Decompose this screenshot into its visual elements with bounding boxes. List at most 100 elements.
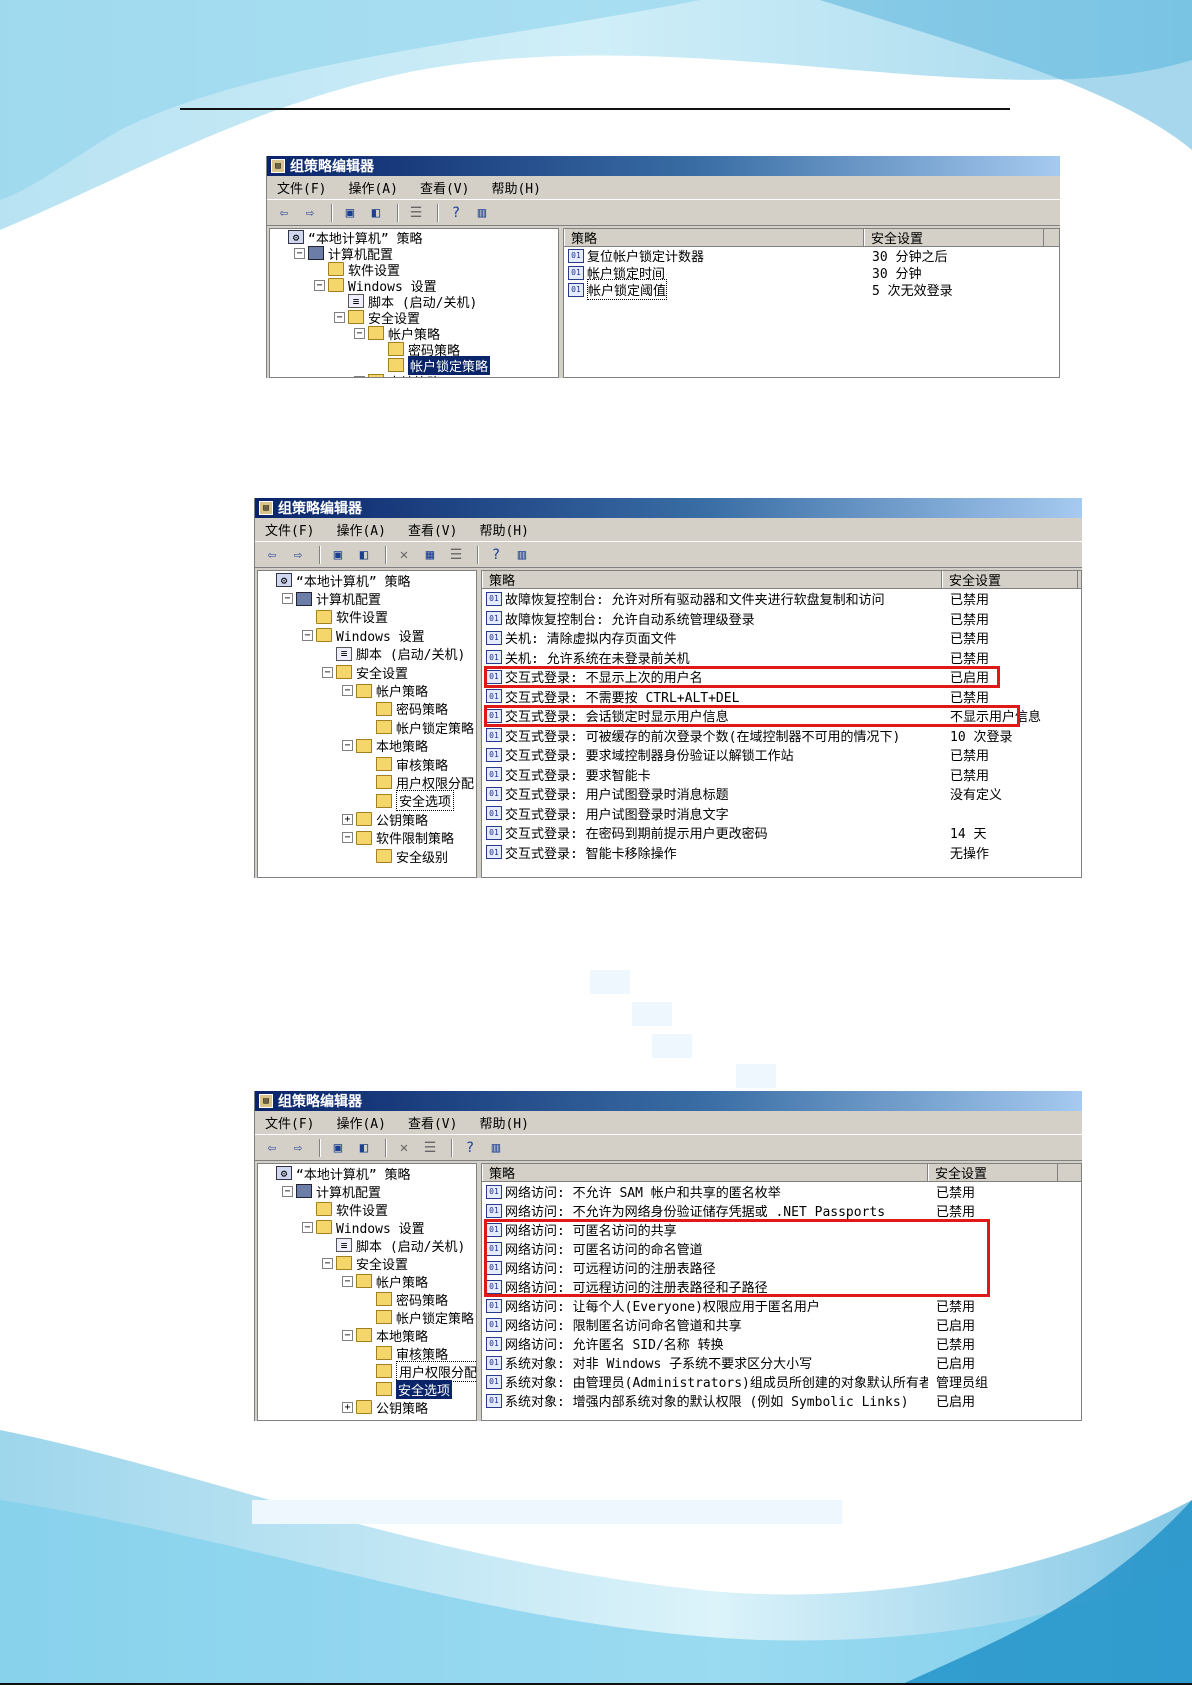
menu-view[interactable]: 查看(V) — [408, 520, 457, 539]
policy-row[interactable]: 01 系统对象: 增强内部系统对象的默认权限 (例如 Symbolic Links… — [482, 1391, 1081, 1410]
collapse-icon[interactable]: − — [314, 279, 325, 291]
policy-row[interactable]: 01 网络访问: 可匿名访问的共享 — [482, 1220, 1081, 1239]
tree-node[interactable]: 审核策略 — [258, 755, 476, 774]
up-folder-icon[interactable]: ▣ — [339, 203, 361, 223]
policy-row[interactable]: 01 交互式登录: 要求智能卡 已禁用 — [482, 765, 1081, 785]
show-hide-tree-icon[interactable]: ◧ — [353, 1138, 375, 1158]
forward-icon[interactable]: ⇨ — [287, 545, 309, 565]
back-icon[interactable]: ⇦ — [273, 203, 295, 223]
collapse-icon[interactable]: − — [282, 1185, 293, 1197]
collapse-icon[interactable]: − — [342, 1275, 353, 1287]
policy-row[interactable]: 01 网络访问: 让每个人(Everyone)权限应用于匿名用户 已禁用 — [482, 1296, 1081, 1315]
column-header-policy[interactable]: 策略 — [482, 1164, 928, 1182]
help-icon[interactable]: ? — [485, 545, 507, 565]
tree-node[interactable]: − 安全设置 — [258, 1254, 476, 1273]
collapse-icon[interactable]: − — [354, 327, 365, 339]
back-icon[interactable]: ⇦ — [261, 545, 283, 565]
tree-node[interactable]: − 帐户策略 — [258, 1272, 476, 1291]
menu-action[interactable]: 操作(A) — [348, 178, 397, 197]
tree-node[interactable]: 用户权限分配 — [258, 1360, 476, 1382]
collapse-icon[interactable]: − — [342, 832, 353, 844]
tree-node[interactable]: ⚙ “本地计算机” 策略 — [270, 229, 558, 247]
tree-node[interactable]: − 软件限制策略 — [258, 828, 476, 847]
policy-row[interactable]: 01 交互式登录: 不需要按 CTRL+ALT+DEL 已禁用 — [482, 687, 1081, 707]
collapse-icon[interactable]: − — [302, 629, 313, 641]
tree-node[interactable]: − 计算机配置 — [270, 245, 558, 263]
collapse-icon[interactable]: − — [334, 311, 345, 323]
tree-node[interactable]: − 本地策略 — [258, 737, 476, 755]
tree-node[interactable]: 审核策略 — [258, 1344, 476, 1363]
tree-node[interactable]: − 安全设置 — [258, 663, 476, 682]
tree-node[interactable]: − 计算机配置 — [258, 589, 476, 608]
console-view-icon[interactable]: ▥ — [471, 203, 493, 223]
expand-icon[interactable]: + — [342, 1401, 353, 1413]
collapse-icon[interactable]: − — [322, 1257, 333, 1269]
tree-node[interactable]: − Windows 设置 — [258, 626, 476, 645]
policy-row[interactable]: 01 网络访问: 可匿名访问的命名管道 — [482, 1239, 1081, 1258]
menu-help[interactable]: 帮助(H) — [491, 178, 540, 197]
column-header-policy[interactable]: 策略 — [482, 571, 942, 589]
menu-file[interactable]: 文件(F) — [265, 520, 314, 539]
tree-node[interactable]: 帐户锁定策略 — [258, 1308, 476, 1327]
collapse-icon[interactable]: − — [342, 685, 353, 697]
policy-row[interactable]: 01 交互式登录: 可被缓存的前次登录个数(在域控制器不可用的情况下) 10 次登录 — [482, 726, 1081, 746]
up-folder-icon[interactable]: ▣ — [327, 545, 349, 565]
tree-node[interactable]: − 计算机配置 — [258, 1182, 476, 1201]
policy-row[interactable]: 01 交互式登录: 用户试图登录时消息文字 — [482, 804, 1081, 824]
tree-node[interactable]: − 本地策略 — [258, 1326, 476, 1345]
policy-row[interactable]: 01 交互式登录: 不显示上次的用户名 已启用 — [482, 667, 1081, 687]
policy-row[interactable]: 01 系统对象: 由管理员(Administrators)组成员所创建的对象默认所… — [482, 1372, 1081, 1391]
properties-icon[interactable]: ▦ — [419, 545, 441, 565]
policy-row[interactable]: 01 帐户锁定阈值 5 次无效登录 — [564, 279, 1059, 300]
policy-row[interactable]: 01 网络访问: 可远程访问的注册表路径 — [482, 1258, 1081, 1277]
window-titlebar[interactable]: ▤ 组策略编辑器 — [255, 1091, 1082, 1111]
menu-action[interactable]: 操作(A) — [336, 520, 385, 539]
tree-node[interactable]: 密码策略 — [258, 1290, 476, 1309]
delete-icon[interactable]: ✕ — [393, 1138, 415, 1158]
column-header-setting[interactable]: 安全设置 — [942, 571, 1078, 589]
collapse-icon[interactable]: − — [342, 1329, 353, 1341]
policy-row[interactable]: 01 交互式登录: 会话锁定时显示用户信息 不显示用户信息 — [482, 706, 1081, 726]
window-titlebar[interactable]: ▤ 组策略编辑器 — [255, 498, 1082, 518]
policy-row[interactable]: 01 交互式登录: 在密码到期前提示用户更改密码 14 天 — [482, 823, 1081, 843]
tree-node[interactable]: 安全级别 — [258, 847, 476, 866]
tree-node[interactable]: ⚙ “本地计算机” 策略 — [258, 1164, 476, 1183]
tree-node[interactable]: + 公钥策略 — [258, 810, 476, 829]
forward-icon[interactable]: ⇨ — [287, 1138, 309, 1158]
tree-node[interactable]: 软件设置 — [258, 608, 476, 626]
up-folder-icon[interactable]: ▣ — [327, 1138, 349, 1158]
console-view-icon[interactable]: ▥ — [485, 1138, 507, 1158]
tree-node[interactable]: ⚙ “本地计算机” 策略 — [258, 571, 476, 590]
menu-help[interactable]: 帮助(H) — [479, 1113, 528, 1132]
console-view-icon[interactable]: ▥ — [511, 545, 533, 565]
export-list-icon[interactable]: ☰ — [405, 203, 427, 223]
menu-view[interactable]: 查看(V) — [408, 1113, 457, 1132]
policy-row[interactable]: 01 网络访问: 限制匿名访问命名管道和共享 已启用 — [482, 1315, 1081, 1334]
tree-node[interactable]: − Windows 设置 — [258, 1218, 476, 1237]
tree-node[interactable]: ≡ 脚本 (启动/关机) — [258, 645, 476, 663]
collapse-icon[interactable]: − — [294, 247, 305, 259]
tree-node[interactable]: 安全选项 — [258, 1379, 476, 1399]
policy-row[interactable]: 01 交互式登录: 智能卡移除操作 无操作 — [482, 843, 1081, 863]
collapse-icon[interactable]: − — [302, 1221, 313, 1233]
tree-node[interactable]: + 本地策略 — [270, 373, 558, 377]
export-list-icon[interactable]: ☰ — [419, 1138, 441, 1158]
collapse-icon[interactable]: − — [282, 593, 293, 605]
delete-icon[interactable]: ✕ — [393, 545, 415, 565]
forward-icon[interactable]: ⇨ — [299, 203, 321, 223]
policy-row[interactable]: 01 网络访问: 不允许为网络身份验证储存凭据或 .NET Passports 已禁… — [482, 1201, 1081, 1220]
policy-row[interactable]: 01 关机: 清除虚拟内存页面文件 已禁用 — [482, 628, 1081, 648]
show-hide-tree-icon[interactable]: ◧ — [365, 203, 387, 223]
expand-icon[interactable]: + — [342, 813, 353, 825]
policy-row[interactable]: 01 交互式登录: 用户试图登录时消息标题 没有定义 — [482, 784, 1081, 804]
menu-file[interactable]: 文件(F) — [277, 178, 326, 197]
policy-row[interactable]: 01 交互式登录: 要求域控制器身份验证以解锁工作站 已禁用 — [482, 745, 1081, 765]
collapse-icon[interactable]: − — [322, 666, 333, 678]
tree-node[interactable]: 帐户锁定策略 — [258, 718, 476, 737]
policy-row[interactable]: 01 复位帐户锁定计数器 30 分钟之后 — [564, 247, 1059, 265]
tree-node[interactable]: + 公钥策略 — [258, 1398, 476, 1417]
show-hide-tree-icon[interactable]: ◧ — [353, 545, 375, 565]
collapse-icon[interactable]: − — [342, 740, 353, 752]
policy-row[interactable]: 01 故障恢复控制台: 允许对所有驱动器和文件夹进行软盘复制和访问 已禁用 — [482, 589, 1081, 609]
column-header-setting[interactable]: 安全设置 — [928, 1164, 1058, 1182]
